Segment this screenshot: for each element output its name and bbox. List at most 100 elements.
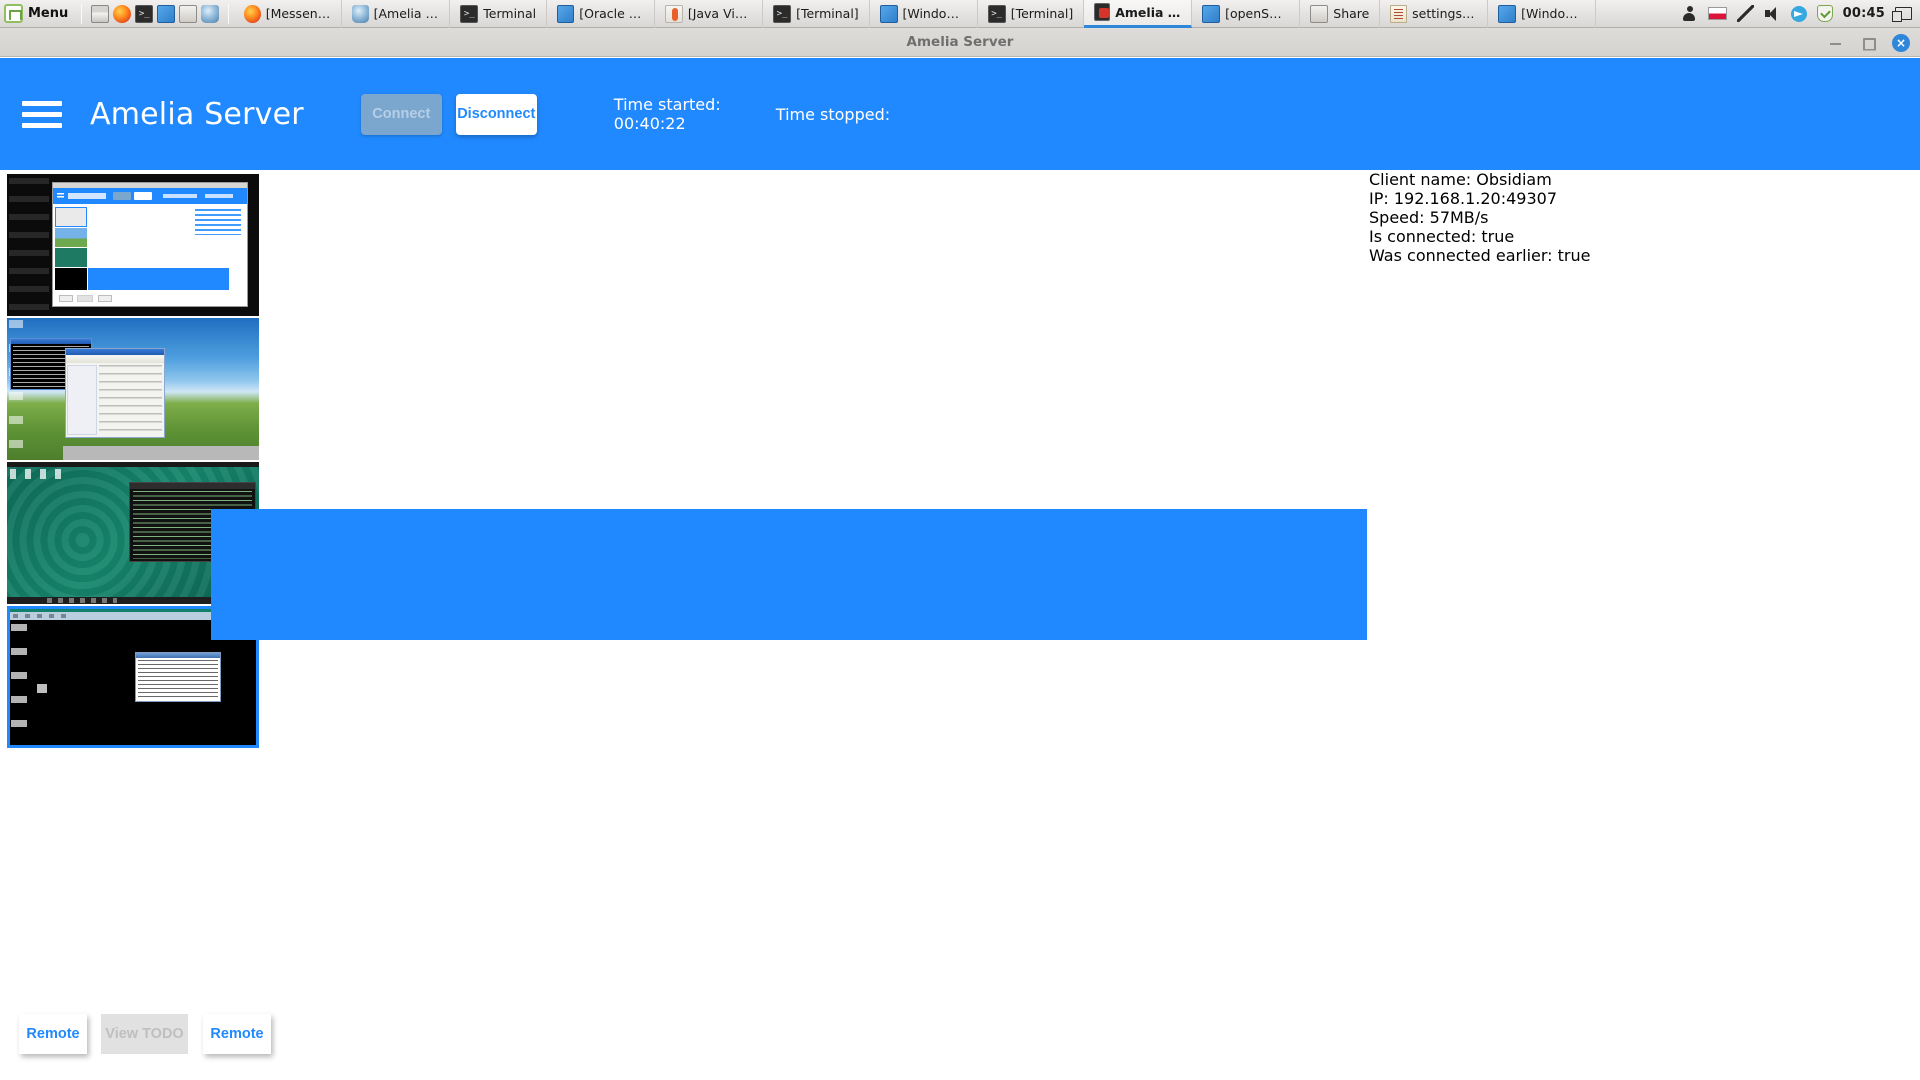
virtualbox-icon [352, 5, 368, 23]
system-tray: 00:45 [1677, 0, 1920, 28]
telegram-icon[interactable] [1791, 6, 1807, 22]
thumb-bottom-button-2 [77, 295, 93, 302]
task-button-terminal-3[interactable]: >_ [Terminal] [978, 0, 1085, 28]
connect-button[interactable]: Connect [361, 94, 442, 135]
task-button-windows-1[interactable]: [Window... [870, 0, 978, 28]
start-menu-button[interactable]: Menu [0, 0, 76, 28]
thumb-timer-2 [205, 194, 233, 198]
window-list: [Messeng... [Amelia - ... >_ Terminal [O… [234, 0, 1596, 28]
pen-icon[interactable] [1737, 5, 1754, 22]
windows-icon[interactable] [157, 5, 175, 23]
disconnect-button[interactable]: Disconnect [456, 94, 537, 135]
thumb-window-bar [66, 349, 164, 355]
firefox-icon [244, 5, 260, 23]
thumb-inner-thumb-3 [55, 248, 87, 267]
shield-icon[interactable] [1817, 5, 1833, 22]
thumb-desktop-icons [11, 624, 27, 744]
client-speed-line: Speed: 57MB/s [1369, 208, 1920, 227]
app-header: Amelia Server Connect Disconnect Time st… [0, 58, 1920, 170]
client-is-connected-line: Is connected: true [1369, 227, 1920, 246]
remote-left-button[interactable]: Remote [19, 1014, 87, 1054]
thumb-window [52, 182, 248, 307]
windows-icon [557, 5, 574, 23]
screenshot-thumbnail-list [7, 174, 259, 750]
thumb-client-info [195, 209, 241, 235]
task-button-share[interactable]: Share [1300, 0, 1380, 28]
thumb-selection-bar [88, 268, 229, 290]
notes-icon [1390, 5, 1407, 23]
selected-row-highlight[interactable] [211, 509, 1367, 640]
task-label: [Terminal] [1011, 6, 1074, 21]
windows-icon [880, 5, 898, 23]
thumb-inner-thumb-2 [55, 228, 87, 247]
polish-flag-icon[interactable] [1708, 7, 1727, 20]
linux-mint-logo-icon [4, 4, 23, 23]
task-button-settings[interactable]: settings (... [1380, 0, 1488, 28]
start-menu-label: Menu [28, 6, 68, 21]
task-button-java-visualvm[interactable]: [Java Vis... [655, 0, 763, 28]
windows-icon [1202, 5, 1220, 23]
connection-buttons: Connect Disconnect [361, 94, 537, 135]
client-ip-line: IP: 192.168.1.20:49307 [1369, 189, 1920, 208]
minimize-button[interactable] [1828, 35, 1844, 51]
task-button-terminal-1[interactable]: >_ Terminal [450, 0, 547, 28]
system-taskbar: Menu >_ [Messeng... [Amelia - ... >_ Ter… [0, 0, 1920, 28]
thumb-sidepane [67, 365, 97, 435]
thumb-hamburger-icon [57, 193, 64, 199]
firefox-icon[interactable] [113, 5, 131, 23]
task-button-messenger[interactable]: [Messeng... [234, 0, 342, 28]
task-button-terminal-2[interactable]: >_ [Terminal] [763, 0, 870, 28]
thumb-inner-thumb-1 [55, 207, 87, 227]
thumbnail-windows-xp[interactable] [7, 318, 259, 460]
user-icon[interactable] [1681, 5, 1698, 22]
amelia-icon [1094, 3, 1110, 21]
clock[interactable]: 00:45 [1843, 6, 1885, 21]
hamburger-icon[interactable] [22, 97, 64, 131]
terminal-icon: >_ [988, 5, 1006, 23]
hamburger-bar [22, 101, 62, 106]
window-titlebar[interactable]: Amelia Server × [0, 28, 1920, 57]
thumbnail-amelia-server[interactable] [7, 174, 259, 316]
show-desktop-icon[interactable] [91, 5, 109, 23]
close-button[interactable]: × [1892, 34, 1910, 52]
task-button-amelia-server[interactable]: Amelia S... [1084, 0, 1192, 28]
remote-right-button[interactable]: Remote [203, 1014, 271, 1054]
task-button-amelia-vbox[interactable]: [Amelia - ... [342, 0, 450, 28]
terminal-icon: >_ [773, 5, 791, 23]
maximize-button[interactable] [1860, 35, 1876, 51]
client-info-panel: Client name: Obsidiam IP: 192.168.1.20:4… [1369, 170, 1920, 265]
task-button-oracle-vm[interactable]: [Oracle V... [547, 0, 655, 28]
thumb-inner-thumb-4 [55, 268, 87, 290]
thumb-top-panel [7, 462, 259, 467]
task-label: [Oracle V... [579, 6, 644, 21]
thumb-timer-1 [163, 194, 197, 198]
task-button-opensuse[interactable]: [openSU... [1192, 0, 1300, 28]
task-label: [Terminal] [796, 6, 859, 21]
client-was-connected-line: Was connected earlier: true [1369, 246, 1920, 265]
task-label: [Messeng... [266, 6, 332, 21]
task-label: [Window... [1521, 6, 1585, 21]
client-name-line: Client name: Obsidiam [1369, 170, 1920, 189]
view-todo-button[interactable]: View TODO [101, 1014, 188, 1054]
windows-icon [1498, 5, 1516, 23]
task-button-windows-2[interactable]: [Window... [1488, 0, 1596, 28]
folder-icon [1310, 5, 1328, 23]
main-content: Client name: Obsidiam IP: 192.168.1.20:4… [0, 170, 1920, 1080]
terminal-icon[interactable]: >_ [135, 5, 153, 23]
task-label: Amelia S... [1115, 5, 1181, 20]
quick-launch-bar: >_ [87, 5, 223, 23]
hamburger-bar [22, 123, 62, 128]
files-icon[interactable] [179, 5, 197, 23]
volume-icon[interactable] [1764, 5, 1781, 22]
thumb-bottom-button-1 [59, 295, 73, 302]
time-started-label: Time started: 00:40:22 [614, 95, 776, 133]
virtualbox-icon[interactable] [201, 5, 219, 23]
task-label: [Window... [903, 6, 967, 21]
workspace-switcher-icon[interactable] [1895, 7, 1912, 20]
session-timers: Time started: 00:40:22 Time stopped: [614, 95, 890, 133]
thumb-window-bar [130, 483, 255, 489]
thumb-explorer-window [65, 348, 165, 438]
thumb-file-list [99, 365, 162, 435]
thumb-toolbar [66, 356, 164, 363]
task-label: [Amelia - ... [374, 6, 440, 21]
